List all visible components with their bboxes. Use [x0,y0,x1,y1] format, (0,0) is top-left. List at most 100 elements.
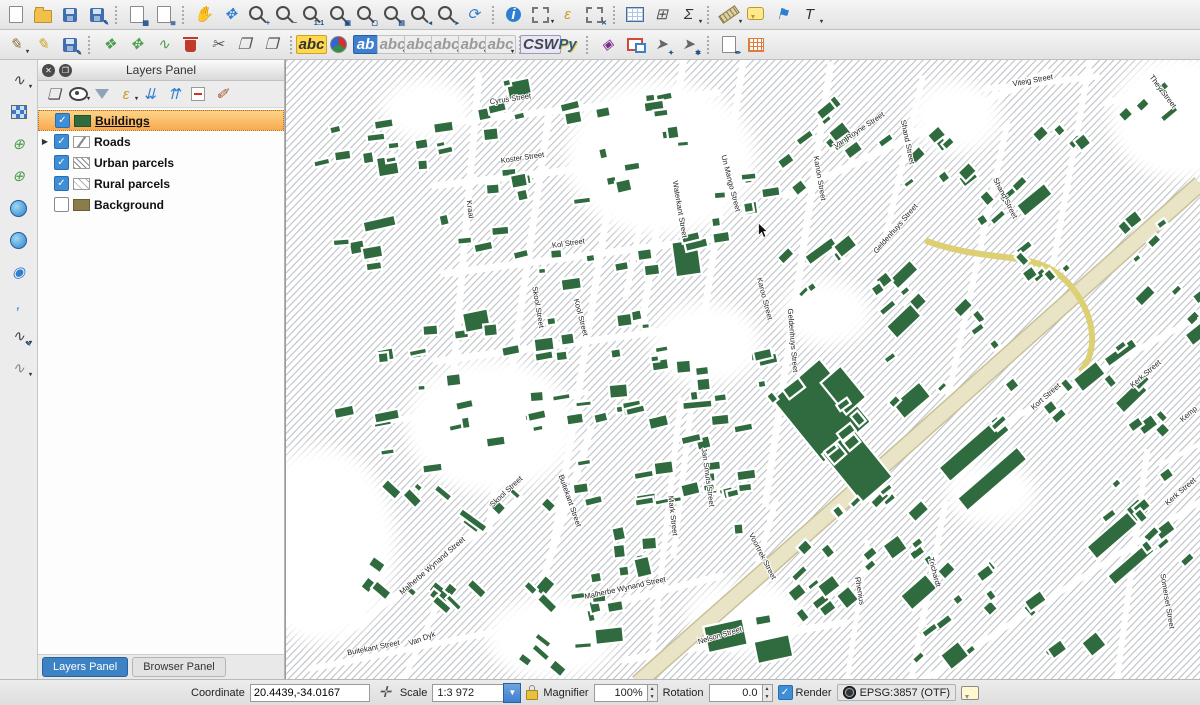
label-properties-dropdown-icon[interactable]: ▾ [511,48,514,55]
render-checkbox[interactable]: ✓ [778,685,793,700]
crs-status-button[interactable]: EPSG:3857 (OTF) [837,684,956,701]
scale-dropdown-icon[interactable]: ▼ [503,683,521,703]
geometry-checker-button[interactable]: ◈ [594,32,621,58]
new-shapefile-layer-button[interactable]: ∿✎▾ [5,323,32,349]
new-shapefile-layer-dropdown-icon[interactable]: ▾ [29,339,32,346]
new-bookmark-button[interactable]: ⚑ [769,2,796,28]
labeling-button[interactable]: abc [298,32,325,58]
georeferencer-button[interactable] [742,32,769,58]
zoom-native-button[interactable]: 1:1 [298,2,325,28]
node-tool-button[interactable]: ∿ [150,32,177,58]
label-move-button[interactable]: abc▾ [433,32,460,58]
add-raster-layer-button[interactable] [5,99,32,125]
magnifier-spinbox[interactable]: 100% ▲▼ [594,684,658,702]
remove-layer-button[interactable] [186,83,210,105]
save-layer-edits-button[interactable]: ✎ [56,32,83,58]
open-attribute-table-button[interactable] [621,2,648,28]
magnifier-steppers[interactable]: ▲▼ [647,684,658,702]
tab-layers-panel[interactable]: Layers Panel [42,657,128,677]
collapse-all-button[interactable]: ⇈ [162,83,186,105]
zoom-to-layer-button[interactable]: ▤ [379,2,406,28]
rotation-spinbox[interactable]: 0.0 ▲▼ [709,684,773,702]
messages-icon[interactable] [961,686,979,700]
add-wfs-layer-button[interactable]: ◉ [5,259,32,285]
pointer-tool-2-button[interactable]: ➤✱ [675,32,702,58]
composer-manager-button[interactable]: ≣ [150,2,177,28]
add-virtual-layer-dropdown-icon[interactable]: ▾ [29,371,32,378]
field-calculator-button[interactable]: ⊞ [648,2,675,28]
select-features-button[interactable]: ▾ [527,2,554,28]
zoom-to-selection-button[interactable]: ▢ [352,2,379,28]
layer-checkbox-background[interactable] [54,197,69,212]
select-by-expression-button[interactable]: ε [554,2,581,28]
scale-combobox[interactable]: 1:3 972 ▼ [432,683,521,703]
add-virtual-layer-button[interactable]: ∿▾ [5,355,32,381]
layer-expander-icon[interactable]: ▶ [40,137,50,146]
layer-row-roads[interactable]: ▶✓Roads [38,131,284,152]
scale-lock-icon[interactable] [526,690,538,700]
filter-by-expression-button[interactable]: ε▾ [114,83,138,105]
measure-line-button[interactable]: ▾ [715,2,742,28]
add-wms-layer-button[interactable] [5,195,32,221]
map-canvas[interactable]: Cyrus StreetKoster StreetKraalKol Street… [285,60,1200,679]
add-spatialite-layer-button[interactable]: ⊕ [5,163,32,189]
zoom-out-button[interactable]: − [271,2,298,28]
add-feature-button[interactable]: ❖ [96,32,123,58]
tab-browser-panel[interactable]: Browser Panel [132,657,226,677]
coordinate-input[interactable] [250,684,370,702]
magnifier-up-icon[interactable]: ▲ [648,685,657,693]
label-toolbar-button[interactable]: ab [352,32,379,58]
refresh-map-button[interactable]: ⟳ [460,2,487,28]
label-pin-button[interactable]: abc▾ [379,32,406,58]
layer-row-rural-parcels[interactable]: ✓Rural parcels [38,173,284,194]
statistical-summary-button[interactable]: Σ▾ [675,2,702,28]
broom-button[interactable]: ✐ [210,83,234,105]
statistical-summary-dropdown-icon[interactable]: ▾ [699,18,702,25]
rotation-down-icon[interactable]: ▼ [763,693,772,701]
add-group-button[interactable]: ❏ [42,83,66,105]
pan-map-button[interactable]: ✋ [190,2,217,28]
zoom-in-button[interactable]: + [244,2,271,28]
panel-float-button[interactable]: ❐ [59,64,72,77]
manage-layer-visibility-button[interactable]: ▾ [66,83,90,105]
pan-to-selection-button[interactable]: ✥ [217,2,244,28]
layer-checkbox-rural-parcels[interactable]: ✓ [54,176,69,191]
new-print-composer-button[interactable]: ▦ [123,2,150,28]
map-tips-button[interactable] [742,2,769,28]
layer-checkbox-urban-parcels[interactable]: ✓ [54,155,69,170]
rotation-up-icon[interactable]: ▲ [763,685,772,693]
open-project-button[interactable] [29,2,56,28]
label-rotate-button[interactable]: abc▾ [460,32,487,58]
layer-checkbox-buildings[interactable]: ✓ [55,113,70,128]
panel-close-button[interactable]: ✕ [42,64,55,77]
add-delimited-text-layer-button[interactable]: , [5,291,32,317]
label-show-hide-button[interactable]: abc▾ [406,32,433,58]
layer-diagram-button[interactable]: ✏ [715,32,742,58]
rotation-steppers[interactable]: ▲▼ [762,684,773,702]
label-properties-button[interactable]: abc▾ [487,32,514,58]
move-feature-button[interactable]: ✥ [123,32,150,58]
zoom-full-button[interactable]: ▣ [325,2,352,28]
diagram-options-button[interactable] [325,32,352,58]
metasearch-csw-button[interactable]: CSW [527,32,554,58]
filter-legend-button[interactable] [90,83,114,105]
render-checkbox-group[interactable]: ✓ Render [778,685,832,700]
pointer-tool-1-button[interactable]: ➤✦ [648,32,675,58]
topology-checker-button[interactable] [621,32,648,58]
add-vector-layer-button[interactable]: ∿▾ [5,67,32,93]
paste-features-button[interactable]: ❒ [258,32,285,58]
layers-panel-titlebar[interactable]: ✕ ❐ Layers Panel [38,60,284,81]
deselect-all-button[interactable]: ✕ [581,2,608,28]
current-edits-button[interactable]: ✎▾ [2,32,29,58]
zoom-next-button[interactable]: ▸ [433,2,460,28]
copy-features-button[interactable]: ❐ [231,32,258,58]
python-console-button[interactable]: Py [554,32,581,58]
add-wcs-layer-button[interactable] [5,227,32,253]
identify-features-button[interactable]: i [500,2,527,28]
save-project-button[interactable] [56,2,83,28]
save-project-as-button[interactable]: ✎ [83,2,110,28]
delete-selected-button[interactable] [177,32,204,58]
add-vector-layer-dropdown-icon[interactable]: ▾ [29,83,32,90]
text-annotation-button[interactable]: T▾ [796,2,823,28]
layer-row-buildings[interactable]: ✓Buildings [38,110,284,131]
